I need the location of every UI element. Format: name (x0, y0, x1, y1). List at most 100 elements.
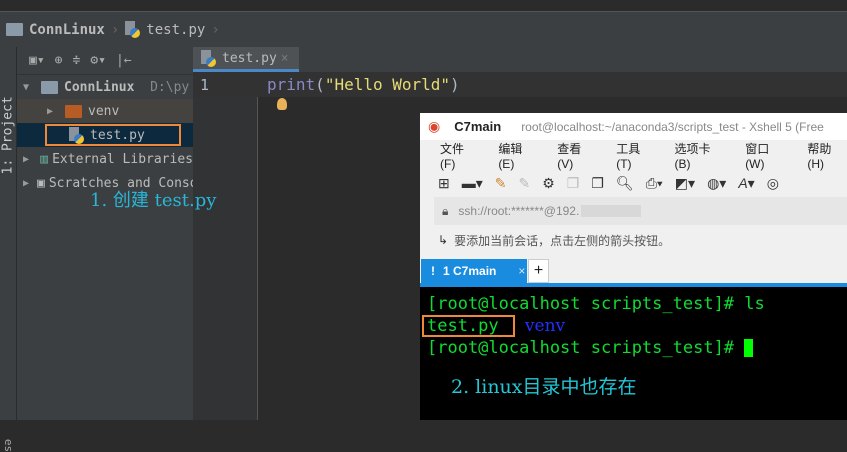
folder-icon (65, 104, 82, 118)
session-hint-bar: ↳ 要添加当前会话，点击左侧的箭头按钮。 (420, 225, 847, 255)
collapse-icon[interactable]: ≑ (72, 53, 80, 68)
xshell-logo-icon: ◉ (428, 118, 441, 134)
terminal-line: test.py venv (422, 315, 847, 337)
hide-icon[interactable]: |← (116, 53, 132, 68)
xshell-titlebar: ◉ C7main root@localhost:~/anaconda3/scri… (420, 113, 847, 140)
folder-icon (6, 23, 23, 36)
collapsed-arrow-icon[interactable]: ▶ (23, 154, 32, 165)
code-paren: ( (315, 75, 325, 94)
window-title: root@localhost:~/anaconda3/scripts_test … (521, 119, 824, 134)
lock-icon: 🔒︎ (442, 203, 449, 218)
address-text: ssh://root:*******@192. (458, 204, 580, 218)
tab-test-py[interactable]: test.py × (193, 47, 299, 72)
address-bar[interactable]: 🔒︎ ssh://root:*******@192. (434, 197, 847, 225)
breadcrumb: ConnLinux › test.py › (0, 12, 847, 47)
python-file-icon (69, 126, 84, 144)
hint-text: 要添加当前会话，点击左侧的箭头按钮。 (454, 233, 671, 248)
collapsed-arrow-icon[interactable]: ▶ (47, 106, 57, 117)
session-tab-bar: ! 1 C7main × + (420, 258, 847, 287)
session-name: C7main (454, 119, 502, 134)
connect-icon[interactable]: ✎ (495, 175, 507, 192)
shell-icon[interactable]: ◎ (767, 175, 779, 192)
code-function: print (267, 75, 316, 94)
menu-bar: 文件(F) 编辑(E) 查看(V) 工具(T) 选项卡(B) 窗口(W) 帮助(… (420, 140, 847, 171)
cursor (744, 339, 754, 357)
new-session-icon[interactable]: ⊞ (438, 175, 450, 192)
structure-tool-button[interactable]: es (2, 439, 15, 452)
item-label: External Libraries (52, 151, 193, 167)
editor-gutter (193, 72, 258, 420)
library-icon: ▥ (40, 151, 49, 167)
tab-label: 1 C7main (443, 264, 497, 278)
tree-item-external-libraries[interactable]: ▶ ▥ External Libraries (17, 147, 193, 171)
item-label: test.py (90, 127, 145, 143)
code-paren: ) (450, 75, 460, 94)
tree-item-test-py[interactable]: test.py (17, 123, 193, 147)
ls-file: test.py (427, 316, 499, 336)
globe-icon[interactable]: ◍▾ (707, 175, 726, 192)
tab-label: test.py (222, 50, 277, 66)
view-mode-icon[interactable]: ▣▾ (29, 53, 45, 68)
font-icon[interactable]: A▾ (738, 175, 754, 192)
terminal-line: [root@localhost scripts_test]# (427, 337, 847, 359)
editor-tab-bar: test.py × (193, 47, 847, 72)
expanded-arrow-icon[interactable]: ▼ (23, 82, 33, 93)
menu-edit[interactable]: 编辑(E) (498, 140, 537, 171)
search-icon[interactable]: 🔍︎ (616, 175, 634, 192)
highlight-box: test.py (422, 315, 515, 337)
item-label: venv (88, 103, 120, 119)
menu-tabs[interactable]: 选项卡(B) (675, 140, 726, 171)
gear-icon[interactable]: ⚙▾ (90, 53, 106, 68)
highlight-box: test.py (45, 124, 181, 146)
chevron-right-icon: › (110, 21, 120, 38)
menu-file[interactable]: 文件(F) (440, 140, 478, 171)
close-icon[interactable]: × (518, 264, 525, 278)
chevron-right-icon: › (211, 21, 220, 38)
code-line[interactable]: print("Hello World") (267, 75, 460, 94)
annotation-2: 2. linux目录中也存在 (451, 376, 637, 398)
project-panel: ▣▾ ⊕ ≑ ⚙▾ |← ▼ ConnLinux D:\py ▶ venv test… (17, 47, 193, 420)
arrow-icon[interactable]: ↳ (438, 233, 448, 247)
tab-c7main[interactable]: ! 1 C7main × (421, 259, 527, 283)
add-tab-button[interactable]: + (528, 259, 549, 283)
project-toolbar: ▣▾ ⊕ ≑ ⚙▾ |← (17, 47, 193, 75)
breadcrumb-file[interactable]: test.py (146, 22, 205, 38)
tool-window-strip: 1: Project es (0, 47, 17, 452)
root-label: ConnLinux (64, 79, 135, 95)
properties-icon[interactable]: ⚙ (542, 175, 555, 192)
ls-dir: venv (524, 316, 566, 336)
terminal[interactable]: [root@localhost scripts_test]# ls test.p… (420, 287, 847, 420)
terminal-line: [root@localhost scripts_test]# ls (427, 294, 765, 314)
open-folder-icon[interactable]: ▬▾ (462, 175, 483, 192)
menu-view[interactable]: 查看(V) (557, 140, 596, 171)
xshell-window: ◉ C7main root@localhost:~/anaconda3/scri… (420, 113, 847, 420)
alert-icon: ! (431, 264, 435, 278)
transfer-icon[interactable]: ◩▾ (675, 175, 695, 192)
tree-item-venv[interactable]: ▶ venv (17, 99, 193, 123)
menu-help[interactable]: 帮助(H) (807, 140, 847, 171)
project-tool-button[interactable]: 1: Project (1, 96, 16, 174)
python-file-icon (201, 49, 216, 67)
scratches-icon: ▣ (37, 175, 45, 191)
folder-icon (41, 80, 58, 94)
annotation-1: 1. 创建 test.py (90, 190, 217, 211)
menu-window[interactable]: 窗口(W) (745, 140, 787, 171)
code-string: "Hello World" (324, 75, 451, 94)
breadcrumb-project[interactable]: ConnLinux (29, 22, 105, 38)
disconnect-icon[interactable]: ✎ (519, 175, 531, 192)
menu-tools[interactable]: 工具(T) (616, 140, 654, 171)
prompt: [root@localhost scripts_test]# (427, 338, 745, 358)
copy-icon[interactable]: ❐ (567, 175, 580, 192)
paste-icon[interactable]: ❐ (591, 175, 604, 192)
top-strip (0, 0, 847, 12)
lightbulb-icon[interactable] (277, 98, 287, 110)
tree-item-root[interactable]: ▼ ConnLinux D:\py (17, 75, 193, 99)
toolbar: ⊞ ▬▾ ✎ ✎ ⚙ ❐ ❐ 🔍︎ ⎙▾ ◩▾ ◍▾ A▾ ◎ (420, 170, 847, 197)
print-icon[interactable]: ⎙▾ (646, 175, 663, 192)
blurred-ip (581, 205, 642, 217)
root-path: D:\py (150, 79, 190, 95)
close-icon[interactable]: × (281, 51, 289, 66)
collapsed-arrow-icon[interactable]: ▶ (23, 178, 29, 189)
line-number: 1 (200, 76, 210, 94)
locate-icon[interactable]: ⊕ (55, 53, 63, 68)
